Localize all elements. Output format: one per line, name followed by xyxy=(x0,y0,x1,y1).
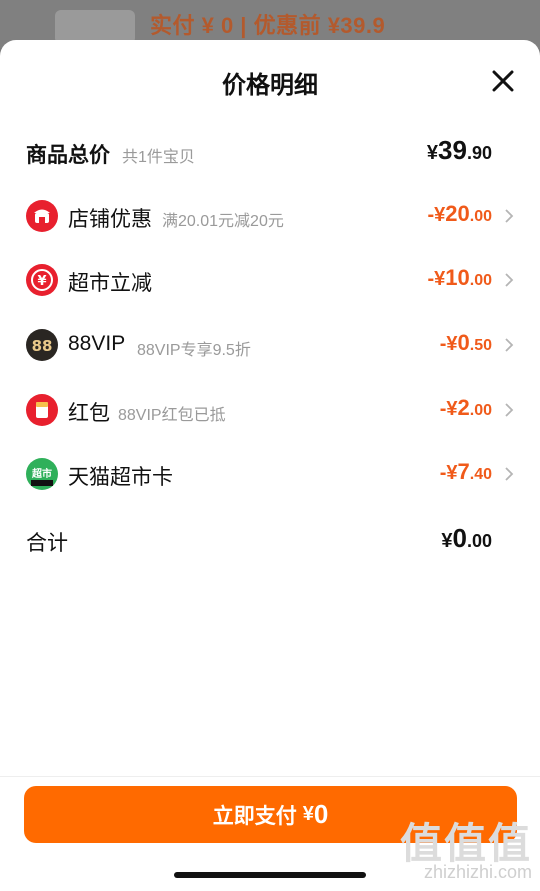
watermark-url: zhizhizhi.com xyxy=(423,862,532,882)
red-packet-icon xyxy=(26,394,58,426)
product-thumbnail xyxy=(55,10,135,44)
chevron-right-icon xyxy=(502,272,516,288)
total-row: 合计 ¥0.00 xyxy=(0,520,540,560)
subtotal-label: 商品总价 xyxy=(26,144,110,167)
discount-row-88vip[interactable]: 88 88VIP 88VIP专享9.5折 -¥0.50 xyxy=(0,325,540,365)
svg-text:88: 88 xyxy=(32,337,53,355)
discount-row-red-packet[interactable]: 红包 88VIP红包已抵 -¥2.00 xyxy=(0,390,540,430)
discount-amount: -¥2.00 xyxy=(439,395,492,420)
subtotal-count: 共1件宝贝 xyxy=(122,149,195,166)
home-indicator[interactable] xyxy=(174,872,366,878)
vip88-icon: 88 xyxy=(26,329,58,361)
discount-label: 红包 xyxy=(68,402,110,425)
sheet-title: 价格明细 xyxy=(222,72,318,99)
discount-label: 天猫超市卡 xyxy=(68,466,173,489)
total-amount: ¥0.00 xyxy=(441,523,492,553)
discount-desc: 88VIP专享9.5折 xyxy=(137,342,251,359)
close-icon[interactable] xyxy=(488,66,518,96)
chevron-right-icon xyxy=(502,337,516,353)
discount-desc: 满20.01元减20元 xyxy=(162,213,284,230)
discount-amount: -¥10.00 xyxy=(427,265,492,290)
discount-label: 超市立减 xyxy=(68,272,152,295)
background-pay-summary: 实付 ¥ 0 | 优惠前 ¥39.9 xyxy=(150,13,386,38)
chevron-right-icon xyxy=(502,402,516,418)
discount-amount: -¥0.50 xyxy=(439,330,492,355)
discount-amount: -¥20.00 xyxy=(427,201,492,226)
subtotal-row: 商品总价 共1件宝贝 ¥39.90 xyxy=(0,132,540,172)
chevron-right-icon xyxy=(502,466,516,482)
tmall-card-icon: 超市 xyxy=(26,458,58,490)
svg-text:超市: 超市 xyxy=(31,467,52,480)
discount-amount: -¥7.40 xyxy=(439,459,492,484)
discount-row-supermarket[interactable]: ¥ 超市立减 -¥10.00 xyxy=(0,260,540,300)
discount-label: 店铺优惠 xyxy=(68,208,152,231)
watermark: 值值值 zhizhizhi.com xyxy=(400,810,532,882)
discount-row-shop[interactable]: 店铺优惠 满20.01元减20元 -¥20.00 xyxy=(0,196,540,236)
discount-desc: 88VIP红包已抵 xyxy=(118,407,226,424)
yen-icon: ¥ xyxy=(26,264,58,296)
discount-row-tmall-card[interactable]: 超市 天猫超市卡 -¥7.40 xyxy=(0,454,540,494)
price-detail-sheet: 价格明细 商品总价 共1件宝贝 ¥39.90 店铺优惠 满20.01元减20元 … xyxy=(0,40,540,891)
subtotal-amount: ¥39.90 xyxy=(426,135,492,165)
pay-button-label: 立即支付 xyxy=(212,804,297,828)
chevron-right-icon xyxy=(502,208,516,224)
divider xyxy=(0,776,540,777)
pay-button-currency: ¥ xyxy=(302,803,314,825)
discount-label: 88VIP xyxy=(68,332,126,355)
svg-text:¥: ¥ xyxy=(37,274,46,289)
pay-button-amount: 0 xyxy=(313,799,329,829)
shop-icon xyxy=(26,200,58,232)
total-label: 合计 xyxy=(26,532,68,555)
